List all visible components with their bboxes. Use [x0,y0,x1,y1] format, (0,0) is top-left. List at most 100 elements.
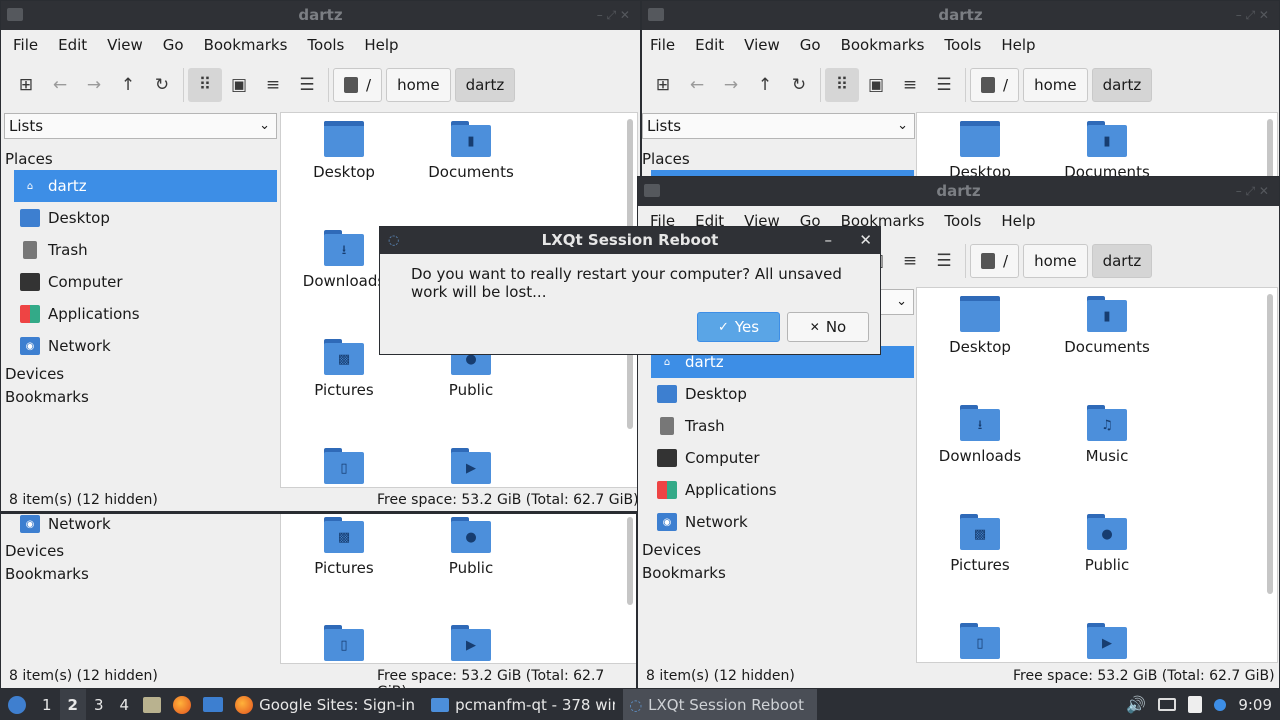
task-button-reboot-dialog[interactable]: ◌ LXQt Session Reboot [623,689,818,720]
menu-edit[interactable]: Edit [48,36,97,54]
desktop-switch-1[interactable]: 1 [34,689,60,720]
window-titlebar[interactable]: dartz – ⤢ ✕ [642,1,1279,30]
icon-view-icon[interactable]: ⠿ [825,68,859,102]
file-item-documents[interactable]: ▮ Documents [408,121,534,181]
reload-icon[interactable]: ↻ [145,68,179,102]
reload-icon[interactable]: ↻ [782,68,816,102]
menu-help[interactable]: Help [354,36,408,54]
task-button-browser[interactable]: Google Sites: Sign-in ... [229,689,423,720]
clipboard-icon[interactable] [1182,689,1208,720]
minimize-icon[interactable]: – [825,227,833,254]
screen-icon[interactable] [1152,689,1182,720]
task-button-pcmanfm[interactable]: pcmanfm-qt - 378 win... [425,689,621,720]
sidebar-item-desktop[interactable]: Desktop [651,378,914,410]
file-item-documents[interactable]: ▮ Documents [1044,296,1170,356]
quicklaunch-firefox-icon[interactable] [167,689,197,720]
sidebar-item-network[interactable]: ◉ Network [651,506,914,538]
detail-view-icon[interactable]: ☰ [927,244,961,278]
quicklaunch-desktop-icon[interactable] [197,689,229,720]
window-controls-icon[interactable]: – ⤢ ✕ [1236,177,1269,206]
window-controls-icon[interactable]: – ⤢ ✕ [597,1,630,30]
file-item-desktop[interactable]: Desktop [281,121,407,181]
menu-tools[interactable]: Tools [934,212,991,230]
thumbnail-view-icon[interactable]: ▣ [859,68,893,102]
detail-view-icon[interactable]: ☰ [927,68,961,102]
menu-view[interactable]: View [734,36,790,54]
sidebar-item-trash[interactable]: Trash [14,234,277,266]
new-tab-icon[interactable]: ⊞ [646,68,680,102]
notification-icon[interactable] [1208,689,1232,720]
file-item-templates[interactable]: ▯ [917,623,1043,665]
icon-view-icon[interactable]: ⠿ [188,68,222,102]
path-root-button[interactable]: / [970,244,1020,278]
file-view[interactable]: Desktop ▮ Documents [916,112,1278,177]
main-menu-button[interactable] [0,689,34,720]
file-item-desktop[interactable]: Desktop [917,121,1043,177]
menu-go[interactable]: Go [153,36,194,54]
back-icon[interactable]: ← [43,68,77,102]
forward-icon[interactable]: → [714,68,748,102]
window-titlebar[interactable]: dartz – ⤢ ✕ [1,1,640,30]
file-item-templates[interactable]: ▯ [281,448,407,490]
compact-view-icon[interactable]: ≡ [893,244,927,278]
file-item-public[interactable]: ● Public [408,517,534,577]
file-item-videos[interactable]: ▶ [408,448,534,490]
close-icon[interactable]: ✕ [859,227,872,254]
detail-view-icon[interactable]: ☰ [290,68,324,102]
file-item-music[interactable]: ♫ Music [1044,405,1170,465]
menu-go[interactable]: Go [790,36,831,54]
forward-icon[interactable]: → [77,68,111,102]
sidebar-item-network[interactable]: ◉ Network [14,514,277,540]
desktop-switch-3[interactable]: 3 [86,689,112,720]
path-current-button[interactable]: dartz [1091,68,1153,102]
desktop-switch-2[interactable]: 2 [59,689,86,720]
back-icon[interactable]: ← [680,68,714,102]
file-item-public[interactable]: ● Public [1044,514,1170,574]
dialog-titlebar[interactable]: ◌ LXQt Session Reboot – ✕ [380,227,880,254]
sidebar-item-applications[interactable]: Applications [651,474,914,506]
sidebar-item-network[interactable]: ◉ Network [14,330,277,362]
menu-file[interactable]: File [642,36,685,54]
path-current-button[interactable]: dartz [454,68,516,102]
yes-button[interactable]: ✓ Yes [697,312,780,342]
compact-view-icon[interactable]: ≡ [893,68,927,102]
compact-view-icon[interactable]: ≡ [256,68,290,102]
path-home-button[interactable]: home [1023,68,1088,102]
file-item-templates[interactable]: ▯ [281,625,407,667]
path-root-button[interactable]: / [333,68,383,102]
sidebar-item-home[interactable]: ⌂ dartz [14,170,277,202]
file-item-desktop[interactable]: Desktop [917,296,1043,356]
sidebar-item-computer[interactable]: Computer [651,442,914,474]
menu-view[interactable]: View [97,36,153,54]
menu-edit[interactable]: Edit [685,36,734,54]
path-home-button[interactable]: home [1023,244,1088,278]
clock[interactable]: 9:09 [1232,689,1280,720]
sidebar-item-applications[interactable]: Applications [14,298,277,330]
scrollbar[interactable] [1267,294,1273,594]
menu-bookmarks[interactable]: Bookmarks [194,36,298,54]
sidebar-item-trash[interactable]: Trash [651,410,914,442]
up-icon[interactable]: ↑ [748,68,782,102]
file-view[interactable]: ▩ Pictures ● Public ▯ ▶ [280,514,636,667]
side-pane-mode-select[interactable]: Lists⌄ [4,113,277,139]
file-item-pictures[interactable]: ▩ Pictures [917,514,1043,574]
quicklaunch-files-icon[interactable] [137,689,167,720]
menu-tools[interactable]: Tools [297,36,354,54]
file-view[interactable]: Desktop ▮ Documents ⭳ Downloads ♫ Music ▩ Pi… [916,287,1278,663]
scrollbar[interactable] [1267,119,1273,177]
side-pane-mode-select[interactable]: Lists⌄ [642,113,915,139]
scrollbar[interactable] [627,517,633,605]
thumbnail-view-icon[interactable]: ▣ [222,68,256,102]
new-tab-icon[interactable]: ⊞ [9,68,43,102]
volume-icon[interactable]: 🔊 [1120,689,1152,720]
window-controls-icon[interactable]: – ⤢ ✕ [1236,1,1269,30]
sidebar-item-computer[interactable]: Computer [14,266,277,298]
no-button[interactable]: ✕ No [787,312,869,342]
menu-bookmarks[interactable]: Bookmarks [831,36,935,54]
path-root-button[interactable]: / [970,68,1020,102]
file-item-videos[interactable]: ▶ [1044,623,1170,665]
up-icon[interactable]: ↑ [111,68,145,102]
menu-help[interactable]: Help [991,36,1045,54]
file-item-pictures[interactable]: ▩ Pictures [281,517,407,577]
path-current-button[interactable]: dartz [1091,244,1153,278]
